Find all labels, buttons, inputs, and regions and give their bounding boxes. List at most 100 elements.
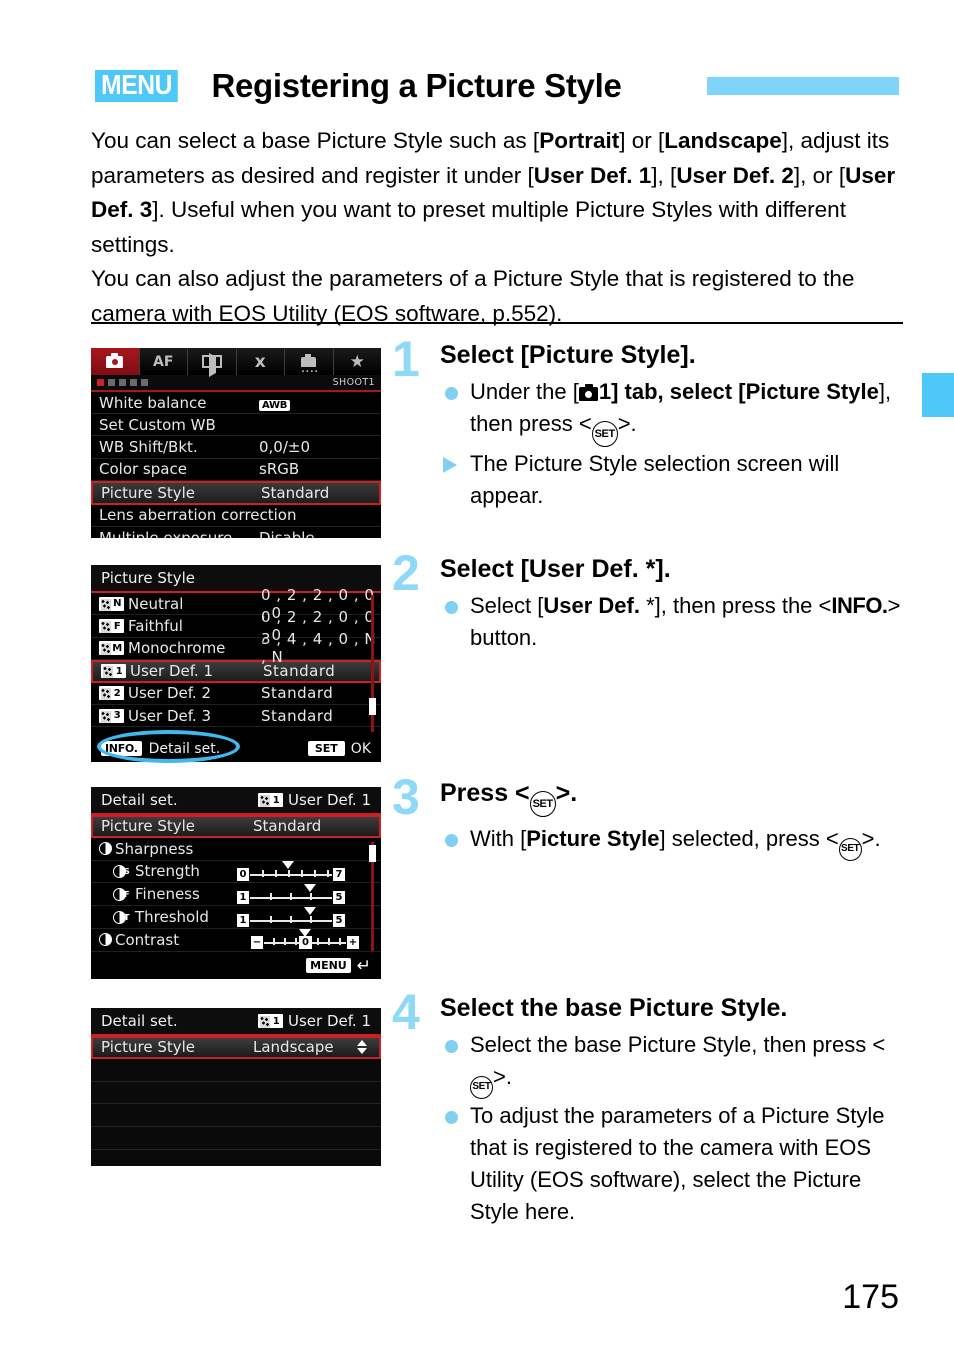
step-heading: Press < SET >. xyxy=(440,778,904,817)
sidebar-item-playback-tab[interactable] xyxy=(188,348,237,377)
menu-row-color-space[interactable]: Color space sRGB xyxy=(91,459,381,481)
slider-min-label: − xyxy=(251,936,263,950)
detail-row-picture-style[interactable]: Picture Style Standard xyxy=(91,815,381,838)
strength-slider[interactable]: 0 7 xyxy=(237,860,345,881)
scrollbar-thumb[interactable] xyxy=(369,698,376,715)
screen-title-detail-set: Detail set. 1 User Def. 1 xyxy=(91,1008,381,1036)
step-1: 1 Select [Picture Style]. Under the [1] … xyxy=(392,334,904,513)
list-item-user-def-1[interactable]: 1 User Def. 1 Standard xyxy=(91,660,381,683)
detail-row-strength[interactable]: Strength 0 7 xyxy=(91,860,381,884)
slider-min-label: 1 xyxy=(237,890,249,904)
step-body: Under the [1] tab, select [Picture Style… xyxy=(440,376,904,512)
list-item-value: 3 , 4 , 4 , 0 , N , N xyxy=(261,630,377,667)
contrast-slider[interactable]: − + 0 xyxy=(251,929,359,950)
menu-row-multiple-exposure[interactable]: Multiple exposure Disable xyxy=(91,527,381,538)
step-body: Select the base Picture Style, then pres… xyxy=(440,1029,904,1228)
slider-pointer[interactable] xyxy=(282,860,294,869)
menu-row-lens-aberration-correction[interactable]: Lens aberration correction xyxy=(91,505,381,527)
detail-row-picture-style[interactable]: Picture Style Landscape xyxy=(91,1036,381,1059)
set-button-badge[interactable]: SET xyxy=(307,741,345,756)
menu-item-list: White balance AWB Set Custom WB WB Shift… xyxy=(91,392,381,538)
fineness-icon xyxy=(113,887,129,901)
sidebar-item-my-menu-tab[interactable]: ★ xyxy=(334,348,382,375)
screen-footer: INFO. Detail set. SET OK xyxy=(91,735,381,762)
slider-pointer[interactable] xyxy=(299,929,311,938)
strength-icon xyxy=(113,864,130,878)
screen-footer: MENU ↵ xyxy=(91,952,381,979)
picture-style-user1-icon: 1 xyxy=(257,793,283,807)
bullet-item: Select the base Picture Style, then pres… xyxy=(440,1029,904,1099)
blank-row xyxy=(91,1127,381,1150)
sharpness-icon xyxy=(99,842,112,856)
camera-screen-shoot-menu: AF x ★ SHOOT1 White balance AWB xyxy=(91,348,381,538)
slider-max-label: 5 xyxy=(333,913,345,927)
menu-badge: MENU xyxy=(95,70,179,102)
menu-row-label: White balance xyxy=(99,393,207,412)
sidebar-item-shooting-tab[interactable] xyxy=(91,348,140,375)
play-icon xyxy=(201,353,222,377)
list-item-user-def-3[interactable]: 3 User Def. 3 Standard xyxy=(91,705,381,728)
fineness-slider[interactable]: 1 5 xyxy=(237,883,345,904)
return-arrow-icon: ↵ xyxy=(356,955,371,976)
slider-pointer[interactable] xyxy=(304,906,316,915)
intro-paragraph-1: You can select a base Picture Style such… xyxy=(91,128,896,257)
scrollbar-thumb[interactable] xyxy=(369,845,376,862)
detail-row-contrast[interactable]: Contrast − + 0 xyxy=(91,929,381,952)
info-button-badge[interactable]: INFO. xyxy=(101,741,142,756)
menu-tab-bar: AF x ★ xyxy=(91,348,382,377)
menu-row-wb-shift-bkt[interactable]: WB Shift/Bkt. 0,0/±0 xyxy=(91,436,381,459)
step-body: With [Picture Style] selected, press < SE… xyxy=(440,823,904,861)
detail-row-threshold[interactable]: Threshold 1 5 xyxy=(91,906,381,929)
set-button-icon: SET xyxy=(591,421,618,447)
menu-row-set-custom-wb[interactable]: Set Custom WB xyxy=(91,414,381,437)
slider-max-label: 5 xyxy=(333,890,345,904)
step-number: 2 xyxy=(392,545,420,601)
list-item-label: User Def. 3 xyxy=(128,706,212,725)
page-number: 175 xyxy=(842,1278,899,1316)
set-button-icon: SET xyxy=(529,791,556,817)
up-down-stepper-icon[interactable] xyxy=(357,1040,371,1055)
bullet-item: To adjust the parameters of a Picture St… xyxy=(440,1100,904,1228)
list-item-user-def-2[interactable]: 2 User Def. 2 Standard xyxy=(91,683,381,705)
slider-center-label: 0 xyxy=(299,936,312,950)
slider-pointer[interactable] xyxy=(304,883,316,892)
detail-row-value: Standard xyxy=(253,817,322,836)
slider-min-label: 0 xyxy=(237,867,249,881)
sidebar-item-custom-func-tab[interactable] xyxy=(285,348,334,375)
detail-row-label-group: Fineness xyxy=(99,885,237,903)
detail-row-fineness[interactable]: Fineness 1 5 xyxy=(91,883,381,907)
menu-row-value: Disable xyxy=(259,528,315,538)
list-item-monochrome[interactable]: M Monochrome 3 , 4 , 4 , 0 , N , N xyxy=(91,630,381,666)
threshold-slider[interactable]: 1 5 xyxy=(237,906,345,927)
detail-row-label-group: Strength xyxy=(99,862,237,880)
menu-row-value: sRGB xyxy=(259,460,300,479)
ok-label: OK xyxy=(350,740,371,757)
intro-text: You can select a base Picture Style such… xyxy=(91,124,903,331)
camera-screen-detail-set-standard: Detail set. 1 User Def. 1 Picture Style … xyxy=(91,787,381,979)
user-def-label: User Def. 1 xyxy=(287,1012,371,1030)
screen-title-label: Detail set. xyxy=(101,791,178,809)
bullet-item: Under the [1] tab, select [Picture Style… xyxy=(440,376,904,447)
menu-row-picture-style[interactable]: Picture Style Standard xyxy=(91,480,381,505)
list-item-value: Standard xyxy=(261,706,334,725)
menu-row-white-balance[interactable]: White balance AWB xyxy=(91,392,381,415)
sidebar-item-af-tab[interactable]: AF xyxy=(140,348,188,375)
list-item-label: User Def. 1 xyxy=(130,662,214,681)
slider-min-label: 1 xyxy=(237,913,249,927)
step-number: 4 xyxy=(392,984,420,1040)
sidebar-item-setup-tab[interactable]: x xyxy=(237,348,285,375)
menu-row-label: Set Custom WB xyxy=(99,415,216,434)
detail-set-label: Detail set. xyxy=(148,740,221,757)
detail-row-label-group: Sharpness xyxy=(99,840,251,858)
slider-max-label: 7 xyxy=(333,867,345,881)
footer-right-group: SET OK xyxy=(307,740,371,757)
manual-page: MENU Registering a Picture Style You can… xyxy=(0,0,954,1345)
blank-row xyxy=(91,1081,381,1105)
menu-button-badge[interactable]: MENU xyxy=(306,958,351,973)
detail-row-sharpness[interactable]: Sharpness xyxy=(91,838,381,861)
camera-screen-detail-set-landscape: Detail set. 1 User Def. 1 Picture Style … xyxy=(91,1008,381,1166)
set-button-icon: SET xyxy=(838,837,862,861)
wrench-icon: x xyxy=(254,351,266,372)
step-number: 1 xyxy=(392,331,420,387)
page-dots xyxy=(97,379,148,386)
